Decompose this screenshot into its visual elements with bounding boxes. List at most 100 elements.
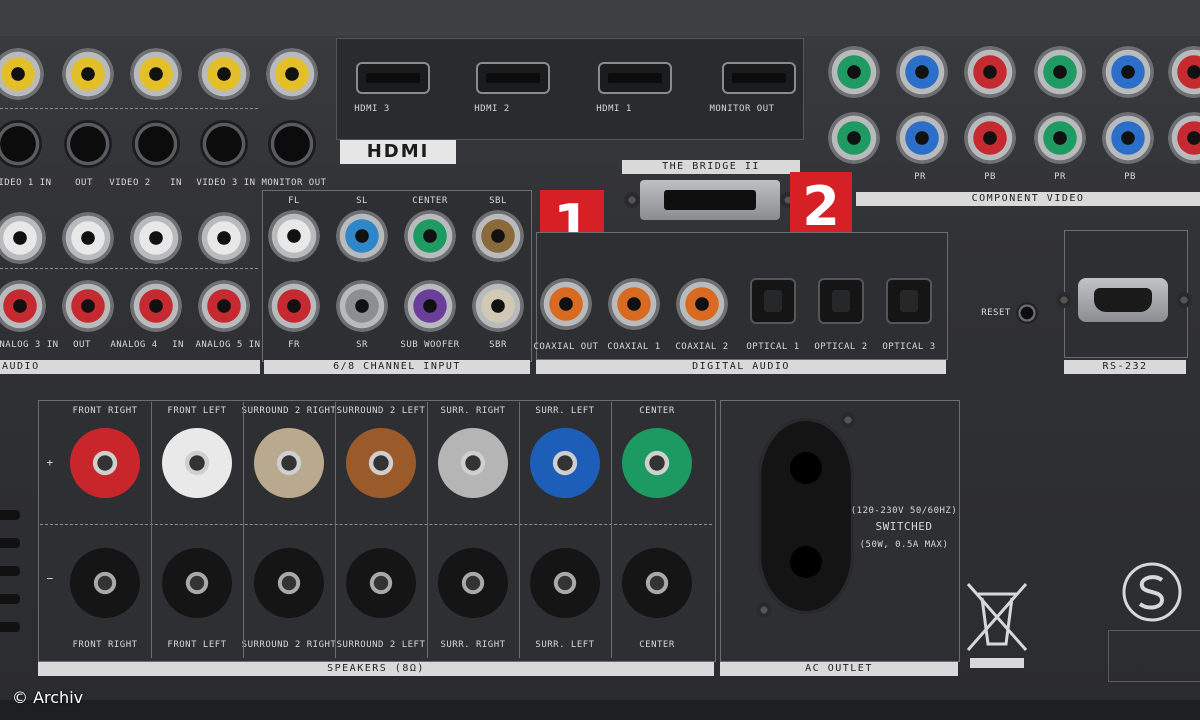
coaxial-2-jack[interactable]	[676, 278, 728, 330]
video-2-jack[interactable]	[130, 48, 182, 100]
analog-label: ANALOG 5 IN	[195, 340, 261, 350]
rs232-screw-right	[1176, 292, 1192, 308]
receiver-back-panel: VIDEO 1 IN OUT VIDEO 2 IN VIDEO 3 IN MON…	[0, 0, 1200, 720]
video-1-in-jack[interactable]	[0, 48, 44, 100]
channel-bottom-label: SBR	[489, 340, 507, 350]
reset-label: RESET	[981, 308, 1011, 318]
analog-4-l-jack[interactable]	[130, 212, 182, 264]
rs232-screw-left	[1056, 292, 1072, 308]
hdmi-3-port[interactable]	[356, 62, 430, 94]
hdmi-port-label: HDMI 3	[354, 104, 390, 114]
speaker-terminal-positive[interactable]	[622, 428, 692, 498]
channel-input-title: 6/8 CHANNEL INPUT	[264, 360, 530, 374]
analog-out-l-jack[interactable]	[62, 212, 114, 264]
channel-bottom-label: SUB WOOFER	[400, 340, 460, 350]
channel-top-label: SBL	[489, 196, 507, 206]
ac-outlet-socket[interactable]	[758, 418, 854, 614]
speaker-column-divider	[243, 402, 244, 658]
channel-fl-jack[interactable]	[268, 210, 320, 262]
component-y-1-jack[interactable]	[828, 46, 880, 98]
channel-sub-jack[interactable]	[404, 280, 456, 332]
component-y-2-jack[interactable]	[1034, 46, 1086, 98]
video-label: OUT	[75, 178, 93, 188]
channel-top-label: SL	[356, 196, 368, 206]
video-out-jack[interactable]	[62, 48, 114, 100]
analog-label: ANALOG 3 IN	[0, 340, 59, 350]
svideo-3-jack[interactable]	[200, 120, 248, 168]
component-pb-2-jack[interactable]	[1102, 46, 1154, 98]
speaker-top-label: FRONT LEFT	[167, 406, 227, 416]
svideo-1-jack[interactable]	[0, 120, 42, 168]
optical-3-port[interactable]	[886, 278, 932, 324]
component-y-4-jack[interactable]	[1034, 112, 1086, 164]
speaker-terminal-negative[interactable]	[438, 548, 508, 618]
component-pr-1-jack[interactable]	[964, 46, 1016, 98]
video-label: VIDEO 2	[109, 178, 151, 188]
component-y-3-jack[interactable]	[828, 112, 880, 164]
hdmi-1-port[interactable]	[598, 62, 672, 94]
speaker-top-label: FRONT RIGHT	[72, 406, 138, 416]
analog-4-r-jack[interactable]	[130, 280, 182, 332]
component-sub-label: Pb	[984, 172, 996, 182]
speaker-terminal-positive[interactable]	[70, 428, 140, 498]
speaker-bottom-label: FRONT RIGHT	[72, 640, 138, 650]
speaker-terminal-negative[interactable]	[70, 548, 140, 618]
speaker-column-divider	[611, 402, 612, 658]
speaker-terminal-positive[interactable]	[346, 428, 416, 498]
svideo-monitor-jack[interactable]	[268, 120, 316, 168]
component-pb-4-jack[interactable]	[1102, 112, 1154, 164]
coaxial-1-jack[interactable]	[608, 278, 660, 330]
hdmi-monitor-out-port[interactable]	[722, 62, 796, 94]
bridge-connector[interactable]	[640, 180, 780, 220]
speaker-top-label: SURR. RIGHT	[440, 406, 506, 416]
speaker-terminal-positive[interactable]	[254, 428, 324, 498]
channel-sbl-jack[interactable]	[472, 210, 524, 262]
optical-2-port[interactable]	[818, 278, 864, 324]
channel-sr-jack[interactable]	[336, 280, 388, 332]
channel-sl-jack[interactable]	[336, 210, 388, 262]
speaker-column-divider	[335, 402, 336, 658]
speaker-terminal-negative[interactable]	[622, 548, 692, 618]
ac-max: (50W, 0.5A MAX)	[859, 540, 949, 550]
analog-out-r-jack[interactable]	[62, 280, 114, 332]
channel-fr-jack[interactable]	[268, 280, 320, 332]
speaker-terminal-negative[interactable]	[530, 548, 600, 618]
speaker-terminal-positive[interactable]	[162, 428, 232, 498]
analog-3-in-l-jack[interactable]	[0, 212, 46, 264]
video-divider	[0, 108, 258, 109]
top-edge	[0, 0, 1200, 36]
speaker-terminal-negative[interactable]	[346, 548, 416, 618]
rs232-port[interactable]	[1078, 278, 1168, 322]
speaker-bottom-label: SURROUND 2 LEFT	[336, 640, 426, 650]
component-sub-label: Pb	[1124, 172, 1136, 182]
channel-center-jack[interactable]	[404, 210, 456, 262]
rs232-socket	[1094, 288, 1152, 312]
speaker-terminal-positive[interactable]	[438, 428, 508, 498]
video-3-in-jack[interactable]	[198, 48, 250, 100]
component-pr-3-jack[interactable]	[964, 112, 1016, 164]
speaker-terminal-negative[interactable]	[162, 548, 232, 618]
analog-5-in-l-jack[interactable]	[198, 212, 250, 264]
hdmi-2-port[interactable]	[476, 62, 550, 94]
channel-sbr-jack[interactable]	[472, 280, 524, 332]
svideo-out-jack[interactable]	[64, 120, 112, 168]
reset-button[interactable]	[1016, 302, 1038, 324]
speaker-bottom-label: SURR. LEFT	[535, 640, 595, 650]
speaker-column-divider	[519, 402, 520, 658]
monitor-out-video-jack[interactable]	[266, 48, 318, 100]
coaxial-out-jack[interactable]	[540, 278, 592, 330]
analog-3-in-r-jack[interactable]	[0, 280, 46, 332]
bottom-edge	[0, 700, 1200, 720]
weee-bin-icon	[966, 583, 1028, 668]
analog-5-in-r-jack[interactable]	[198, 280, 250, 332]
speaker-terminal-negative[interactable]	[254, 548, 324, 618]
svideo-2-jack[interactable]	[132, 120, 180, 168]
component-pb-3-jack[interactable]	[896, 112, 948, 164]
ac-screw-bottom	[756, 602, 772, 618]
component-pr-2-jack[interactable]	[1168, 46, 1200, 98]
speaker-terminal-positive[interactable]	[530, 428, 600, 498]
component-pb-1-jack[interactable]	[896, 46, 948, 98]
component-pr-4-jack[interactable]	[1168, 112, 1200, 164]
optical-1-port[interactable]	[750, 278, 796, 324]
speaker-top-label: SURR. LEFT	[535, 406, 595, 416]
